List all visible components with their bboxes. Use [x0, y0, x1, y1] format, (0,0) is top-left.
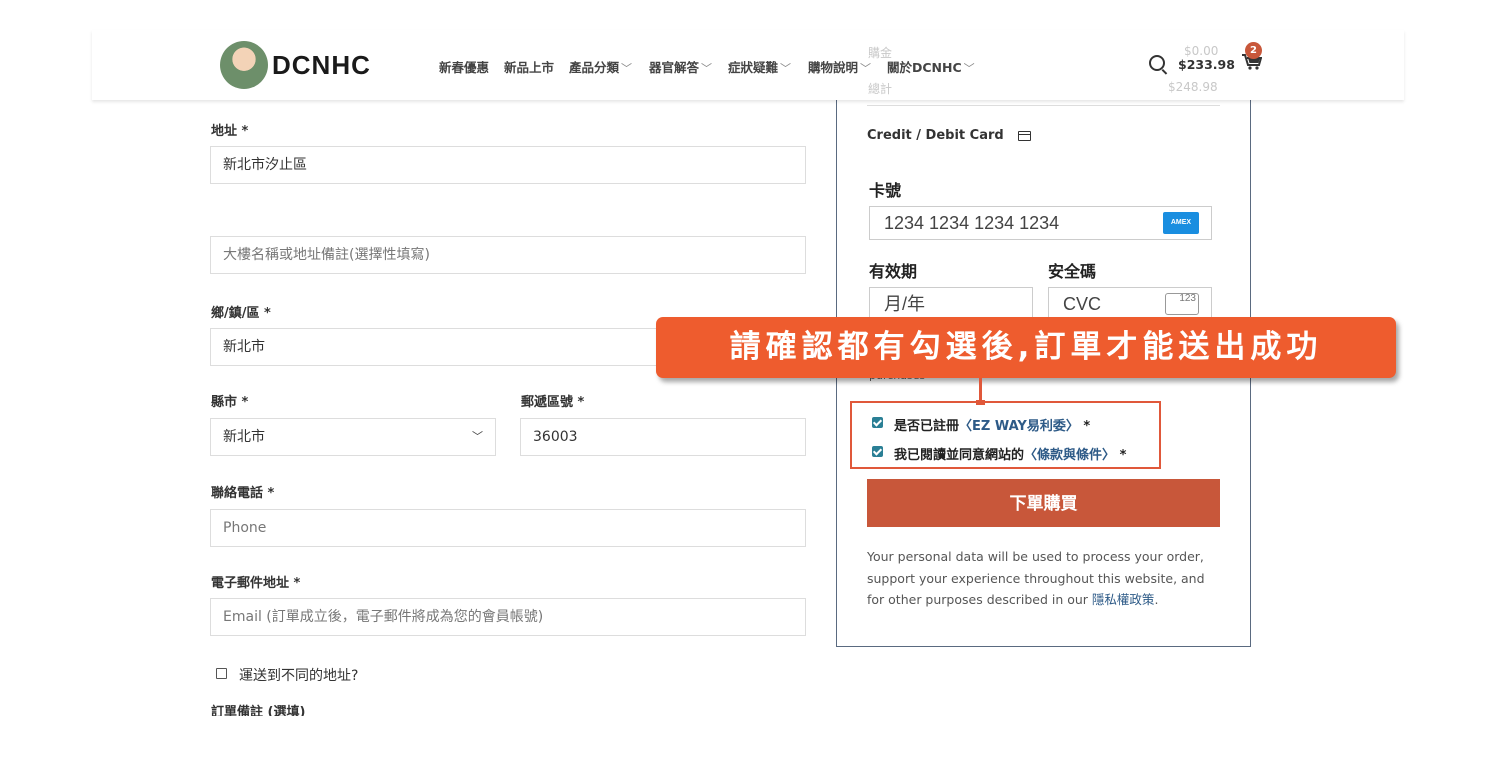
ship-different-label[interactable]: 運送到不同的地址? — [239, 665, 358, 685]
card-number-label: 卡號 — [869, 181, 902, 200]
cvc-label: 安全碼 — [1048, 262, 1097, 281]
nav-product-categories[interactable]: 產品分類 ﹀ — [569, 57, 632, 76]
order-divider — [867, 105, 1220, 106]
privacy-notice: Your personal data will be used to proce… — [867, 549, 1205, 607]
credit-card-icon — [1017, 130, 1031, 141]
cart-count-badge: 2 — [1245, 42, 1262, 59]
email-label: 電子郵件地址 * — [211, 576, 301, 591]
amex-card-icon: AMEX — [1163, 212, 1199, 234]
cvc-input[interactable]: CVC 123 — [1048, 287, 1212, 321]
instruction-callout: 請確認都有勾選後,訂單才能送出成功 — [656, 317, 1396, 378]
site-header: DCNHC 新春優惠 新品上市 產品分類 ﹀ 器官解答 ﹀ 症狀疑難 ﹀ 購物說明 ﹀ … — [92, 30, 1404, 100]
card-number-input[interactable]: 1234 1234 1234 1234 AMEX — [869, 206, 1212, 240]
chevron-down-icon: ﹀ — [963, 62, 975, 75]
terms-label: 我已閱讀並同意網站的〈條款與條件〉 * — [894, 448, 1127, 463]
chevron-down-icon: ﹀ — [621, 62, 633, 75]
place-order-button[interactable]: 下單購買 — [867, 479, 1220, 527]
email-input[interactable]: Email (訂單成立後，電子郵件將成為您的會員帳號) — [210, 598, 806, 636]
nav-shopping-guide[interactable]: 購物說明 ﹀ — [808, 57, 871, 76]
address-input[interactable]: 新北市汐止區 — [210, 146, 806, 184]
ezway-label: 是否已註冊〈EZ WAY易利委〉 * — [894, 419, 1091, 434]
callout-pointer-end — [976, 400, 985, 405]
city-label: 縣市 * — [211, 395, 249, 410]
chevron-down-icon: ﹀ — [472, 430, 483, 443]
cvc-card-icon: 123 — [1165, 293, 1199, 315]
ship-different-checkbox[interactable] — [216, 668, 227, 679]
nav-organ-answers[interactable]: 器官解答 ﹀ — [649, 57, 712, 76]
chevron-down-icon: ﹀ — [860, 62, 872, 75]
expiry-input[interactable]: 月/年 — [869, 287, 1033, 321]
terms-checkbox[interactable] — [872, 446, 883, 457]
expiry-label: 有效期 — [869, 262, 918, 281]
chevron-down-icon: ﹀ — [780, 62, 792, 75]
logo-avatar[interactable] — [220, 41, 268, 89]
postcode-label: 郵遞區號 * — [521, 395, 585, 410]
city-select[interactable]: 新北市 ﹀ — [210, 418, 496, 456]
site-logo[interactable]: DCNHC — [272, 50, 371, 81]
chevron-down-icon: ﹀ — [701, 62, 713, 75]
faded-total-value: $248.98 — [1168, 80, 1218, 94]
address-label: 地址 * — [211, 124, 249, 139]
phone-input[interactable]: Phone — [210, 509, 806, 547]
ezway-link[interactable]: 〈EZ WAY易利委〉 — [959, 419, 1079, 434]
district-label: 鄉/鎮/區 * — [211, 306, 271, 321]
ezway-checkbox[interactable] — [872, 417, 883, 428]
cart-total[interactable]: $233.98 — [1178, 57, 1235, 72]
nav-symptoms[interactable]: 症狀疑難 ﹀ — [728, 57, 791, 76]
payment-method-label[interactable]: Credit / Debit Card — [867, 128, 1031, 143]
postcode-input[interactable]: 36003 — [520, 418, 806, 456]
faded-total-label: 總計 — [868, 82, 893, 96]
search-icon[interactable] — [1149, 55, 1165, 71]
address2-input[interactable]: 大樓名稱或地址備註(選擇性填寫) — [210, 236, 806, 274]
terms-link[interactable]: 〈條款與條件〉 — [1024, 448, 1115, 463]
nav-about[interactable]: 關於DCNHC ﹀ — [887, 57, 975, 76]
nav-new-products[interactable]: 新品上市 — [504, 57, 554, 76]
faded-subtotal-value: $0.00 — [1184, 44, 1219, 58]
nav-new-year-sale[interactable]: 新春優惠 — [439, 57, 489, 76]
order-notes-label: 訂單備註 (選填) — [211, 705, 306, 716]
phone-label: 聯絡電話 * — [211, 486, 275, 501]
faded-subtotal-label: 購金 — [868, 46, 893, 60]
privacy-policy-link[interactable]: 隱私權政策 — [1092, 592, 1155, 607]
